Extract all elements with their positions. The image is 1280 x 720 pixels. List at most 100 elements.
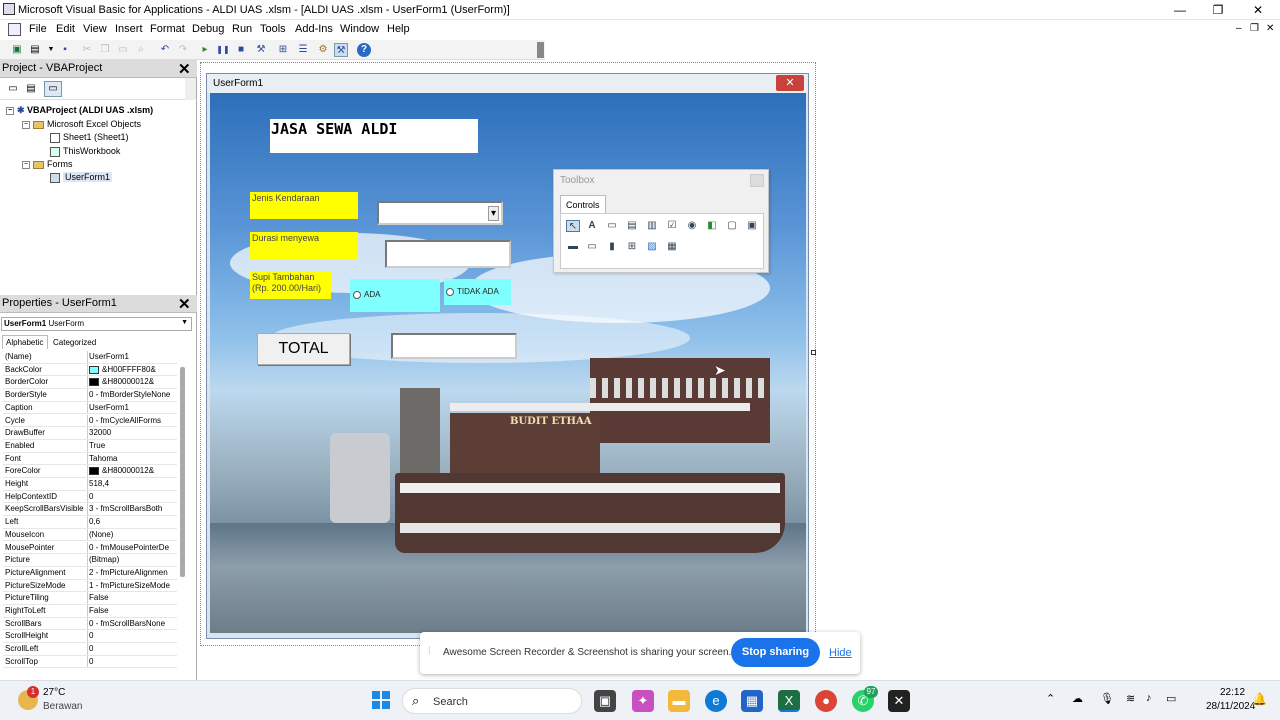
collapse-icon[interactable]: − (22, 160, 30, 169)
total-button[interactable]: TOTAL (257, 333, 350, 365)
file-explorer-icon[interactable]: ▬ (668, 690, 690, 712)
tab-controls[interactable]: Controls (560, 195, 606, 213)
commandbutton-tool-icon[interactable]: ▣ (745, 220, 759, 232)
tab-alphabetic[interactable]: Alphabetic (2, 335, 48, 349)
toolbox-window[interactable]: Toolbox Controls ↖ A ▭ ▤ ▥ ☑ ◉ ◧ ▢ ▣ ▬ ▭… (553, 169, 769, 273)
property-value[interactable]: Tahoma (89, 454, 177, 463)
tree-userform1[interactable]: UserForm1 (50, 172, 113, 183)
property-row[interactable]: ScrollHeight 0 (3, 630, 177, 644)
property-row[interactable]: DrawBuffer 32000 (3, 427, 177, 440)
property-value[interactable]: UserForm1 (89, 403, 177, 412)
spinbutton-tool-icon[interactable]: ⊞ (625, 241, 639, 253)
tabstrip-tool-icon[interactable]: ▬ (566, 241, 580, 253)
battery-icon[interactable]: ▭ (1166, 692, 1176, 705)
menu-window[interactable]: Window (340, 23, 379, 35)
property-row[interactable]: (Name) UserForm1 (3, 351, 177, 364)
property-value[interactable]: 0 - fmScrollBarsNone (89, 619, 177, 628)
property-value[interactable]: &H80000012& (89, 466, 177, 475)
menu-help[interactable]: Help (387, 23, 410, 35)
mdi-restore-button[interactable]: ❐ (1250, 23, 1259, 34)
multipage-tool-icon[interactable]: ▭ (585, 241, 599, 253)
maximize-button[interactable]: ❐ (1208, 2, 1228, 18)
property-row[interactable]: PictureSizeMode 1 - fmPictureSizeMode (3, 579, 177, 593)
project-scrollbar[interactable] (185, 78, 196, 100)
view-object-icon[interactable]: ▤ (24, 82, 38, 96)
property-row[interactable]: Font Tahoma (3, 452, 177, 466)
view-excel-icon[interactable]: ▣ (10, 43, 24, 57)
menu-view[interactable]: View (83, 23, 107, 35)
property-row[interactable]: BorderColor &H80000012& (3, 376, 177, 390)
label-tool-icon[interactable]: A (585, 220, 599, 232)
microphone-icon[interactable]: 🎙 (1100, 692, 1114, 705)
design-mode-icon[interactable]: ⚒ (254, 43, 268, 57)
property-row[interactable]: ScrollBars 0 - fmScrollBarsNone (3, 617, 177, 631)
toggle-folders-icon[interactable]: ▭ (44, 81, 62, 97)
radio-icon[interactable] (446, 287, 454, 296)
toolbar-grip[interactable] (537, 42, 544, 58)
drag-handle-icon[interactable]: ⁞ (428, 646, 431, 657)
property-row[interactable]: BorderStyle 0 - fmBorderStyleNone (3, 389, 177, 402)
paste-icon[interactable]: ▭ (116, 43, 130, 57)
property-value[interactable]: (Bitmap) (89, 555, 177, 564)
store-icon[interactable]: ▦ (741, 690, 763, 712)
close-button[interactable]: ✕ (1248, 2, 1268, 18)
property-value[interactable]: UserForm1 (89, 352, 177, 361)
weather-temp[interactable]: 27°C (43, 687, 65, 698)
select-objects-icon[interactable]: ↖ (566, 220, 580, 232)
heading-label[interactable]: JASA SEWA ALDI (270, 119, 478, 153)
minimize-button[interactable]: — (1170, 2, 1190, 18)
menu-debug[interactable]: Debug (192, 23, 224, 35)
copilot-icon[interactable]: ✦ (632, 690, 654, 712)
property-value[interactable]: 0 - fmMousePointerDe (89, 543, 177, 552)
properties-window-icon[interactable]: ☰ (296, 43, 310, 57)
property-value[interactable]: 0 - fmCycleAllForms (89, 416, 177, 425)
insert-dropdown-icon[interactable]: ▼ (44, 43, 58, 57)
edge-icon[interactable]: e (705, 690, 727, 712)
radio-icon[interactable] (353, 290, 361, 299)
tree-thisworkbook[interactable]: ThisWorkbook (50, 146, 120, 157)
object-browser-icon[interactable]: ⚙ (316, 43, 330, 57)
toolbox-icon[interactable]: ⚒ (334, 43, 348, 57)
cloud-icon[interactable]: ☁ (1072, 692, 1083, 705)
label-supir-tambahan[interactable]: Supi Tambahan (Rp. 200.00/Hari) (250, 271, 331, 299)
property-value[interactable]: False (89, 593, 177, 602)
refedit-tool-icon[interactable]: ▦ (665, 241, 679, 253)
tree-excel-objects[interactable]: − Microsoft Excel Objects (22, 119, 141, 129)
optionbutton-tool-icon[interactable]: ◉ (685, 220, 699, 232)
clock-date[interactable]: 28/11/2024 (1206, 701, 1255, 712)
collapse-icon[interactable]: − (6, 106, 14, 115)
tab-categorized[interactable]: Categorized (50, 337, 102, 349)
label-durasi-menyewa[interactable]: Durasi menyewa (250, 232, 358, 259)
excel-icon[interactable]: X (778, 690, 800, 712)
userform-close-button[interactable]: ✕ (776, 75, 804, 91)
property-value[interactable]: (None) (89, 530, 177, 539)
clock-time[interactable]: 22:12 (1220, 687, 1245, 698)
save-icon[interactable]: ▪ (58, 43, 72, 57)
togglebutton-tool-icon[interactable]: ◧ (705, 220, 719, 232)
label-jenis-kendaraan[interactable]: Jenis Kendaraan (250, 192, 358, 219)
run-icon[interactable]: ▸ (198, 43, 212, 57)
property-row[interactable]: PictureTiling False (3, 592, 177, 605)
image-tool-icon[interactable]: ▨ (645, 241, 659, 253)
menu-tools[interactable]: Tools (260, 23, 286, 35)
property-row[interactable]: Cycle 0 - fmCycleAllForms (3, 414, 177, 428)
property-row[interactable]: PictureAlignment 2 - fmPictureAlignmen (3, 566, 177, 580)
property-value[interactable]: 32000 (89, 428, 177, 437)
find-icon[interactable]: ⌕ (134, 43, 148, 57)
reset-icon[interactable]: ■ (234, 43, 248, 57)
property-value[interactable]: 0,6 (89, 517, 177, 526)
textbox-durasi[interactable] (385, 240, 511, 268)
checkbox-tool-icon[interactable]: ☑ (665, 220, 679, 232)
hide-link[interactable]: Hide (829, 647, 852, 659)
property-row[interactable]: ScrollLeft 0 (3, 643, 177, 656)
property-row[interactable]: ForeColor &H80000012& (3, 465, 177, 478)
property-row[interactable]: Caption UserForm1 (3, 401, 177, 415)
chevron-down-icon[interactable]: ▾ (488, 206, 499, 221)
mdi-minimize-button[interactable]: – (1236, 23, 1242, 34)
menu-format[interactable]: Format (150, 23, 185, 35)
taskbar-search[interactable]: ⌕ Search (402, 688, 582, 714)
property-scrollbar[interactable] (180, 367, 185, 577)
volume-icon[interactable]: ♪ (1146, 692, 1152, 704)
property-row[interactable]: Enabled True (3, 439, 177, 453)
property-value[interactable]: 3 - fmScrollBarsBoth (89, 504, 177, 513)
